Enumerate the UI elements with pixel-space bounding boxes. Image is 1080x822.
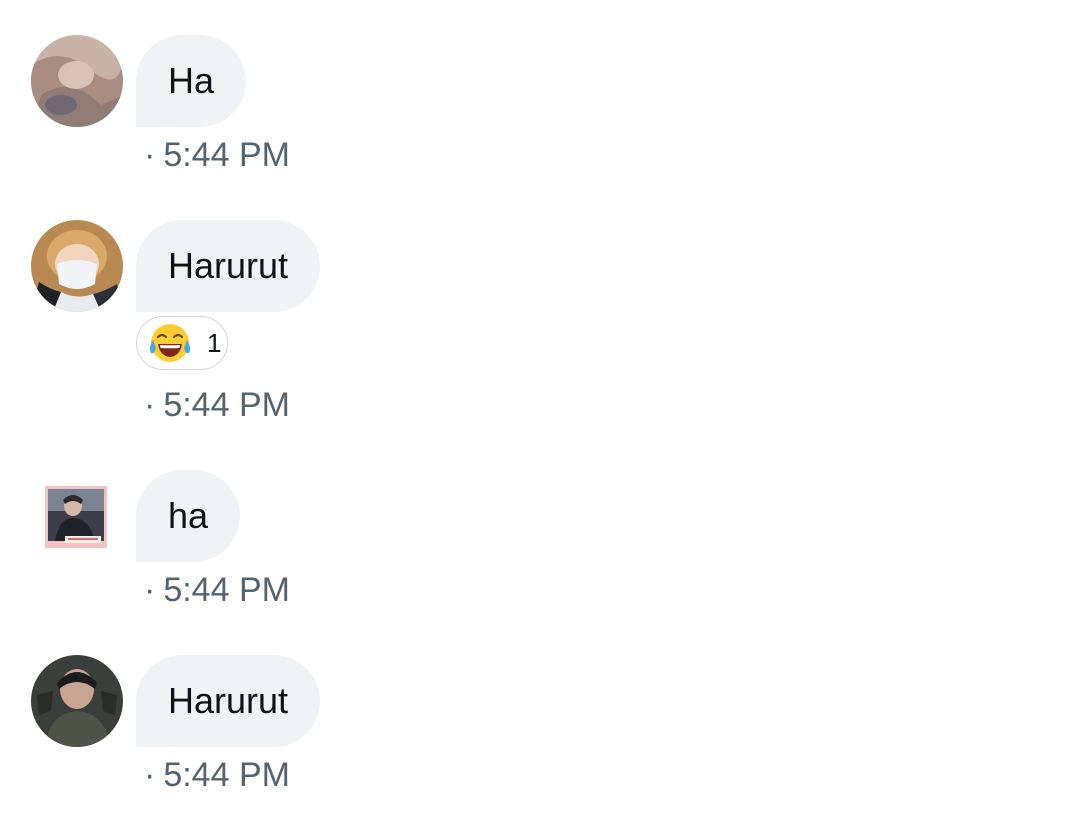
message-bubble[interactable]: Harurut — [136, 220, 321, 312]
meta-separator: · — [144, 756, 156, 794]
message-meta: · 5:44 PM — [144, 756, 290, 795]
user-avatar[interactable] — [31, 35, 123, 127]
message-timestamp: 5:44 PM — [163, 571, 290, 609]
message-meta: · 5:44 PM — [144, 386, 290, 425]
reaction-count: 1 — [207, 327, 222, 358]
meta-separator: · — [144, 136, 156, 174]
avatar-image — [31, 35, 123, 127]
message-bubble[interactable]: Ha — [136, 35, 247, 127]
user-avatar[interactable] — [31, 220, 123, 312]
meta-separator: · — [144, 386, 156, 424]
message-timestamp: 5:44 PM — [163, 756, 290, 794]
message-text: Harurut — [168, 245, 289, 286]
reaction-pill[interactable]: 1 — [136, 316, 228, 370]
user-avatar[interactable] — [31, 655, 123, 747]
message-meta: · 5:44 PM — [144, 136, 290, 175]
message-text: ha — [168, 495, 209, 536]
message-timestamp: 5:44 PM — [163, 136, 290, 174]
meta-separator: · — [144, 571, 156, 609]
message-thread: Ha · 5:44 PM Harurut 1 · 5:44 PM ha · 5:… — [0, 0, 1080, 822]
message-text: Harurut — [168, 680, 289, 721]
avatar-image — [31, 220, 123, 312]
laughing-tears-emoji-icon — [149, 324, 191, 362]
avatar-image — [31, 655, 123, 747]
message-meta: · 5:44 PM — [144, 571, 290, 610]
user-avatar[interactable] — [45, 486, 107, 548]
message-bubble[interactable]: Harurut — [136, 655, 321, 747]
message-bubble[interactable]: ha — [136, 470, 241, 562]
message-timestamp: 5:44 PM — [163, 386, 290, 424]
avatar-image — [45, 486, 107, 548]
message-text: Ha — [168, 60, 215, 101]
